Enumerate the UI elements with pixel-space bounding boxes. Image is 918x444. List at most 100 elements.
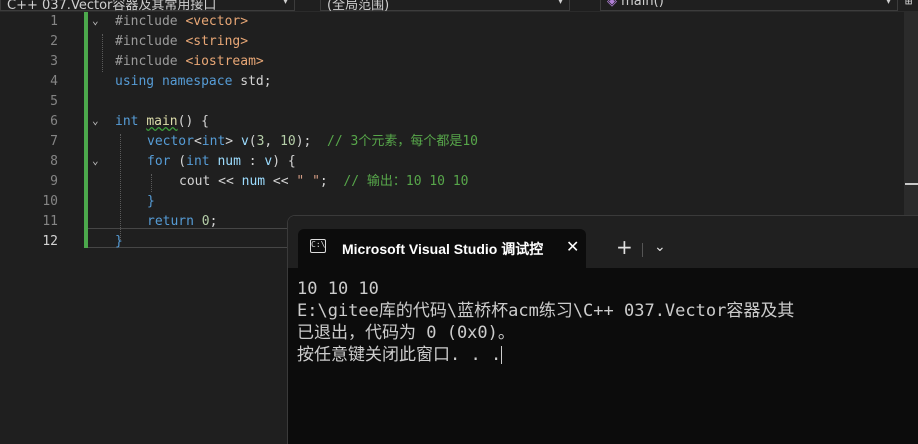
variable: num (217, 154, 241, 169)
type-keyword: int (115, 114, 139, 129)
code-line: cout << num << " "; // 输出：10 10 10 (179, 172, 468, 192)
include-path: <iostream> (185, 54, 264, 69)
code-text: << (210, 174, 242, 189)
line-number: 5 (50, 94, 58, 109)
terminal-tab-bar: C:\ Microsoft Visual Studio 调试控 ✕ + ⌄ (288, 216, 918, 268)
line-number: 2 (50, 34, 58, 49)
include-path: <vector> (185, 14, 249, 29)
cube-icon: ◈ (607, 0, 617, 9)
line-number: 3 (50, 54, 58, 69)
code-text: << (265, 174, 297, 189)
type-name: vector (147, 134, 194, 149)
console-prompt-text: 按任意键关闭此窗口. . . (297, 345, 502, 365)
code-text: > (225, 134, 241, 149)
line-number-gutter: 1 2 3 4 5 6 7 8 9 10 11 12 (0, 12, 88, 443)
code-text: ; (209, 214, 218, 229)
keyword: return (147, 214, 194, 229)
console-output-line: 10 10 10 (297, 279, 379, 299)
line-number: 6 (50, 114, 58, 129)
code-text: , (264, 134, 281, 149)
line-number: 9 (50, 174, 58, 189)
code-line: using namespace std; (115, 72, 272, 92)
split-view-button[interactable]: ⊞ (905, 0, 912, 8)
chevron-down-icon: ▾ (885, 0, 891, 7)
terminal-tab[interactable]: C:\ Microsoft Visual Studio 调试控 ✕ (298, 229, 586, 268)
brace: } (147, 194, 155, 209)
number-literal: 0 (201, 214, 210, 229)
code-line: vector<int> v(3, 10); // 3个元素，每个都是10 (147, 132, 478, 152)
new-tab-button[interactable]: + (616, 235, 633, 259)
code-line: for (int num : v) { (147, 152, 296, 172)
preprocessor-token: #include (115, 14, 186, 29)
vertical-scrollbar[interactable] (904, 12, 918, 217)
chevron-down-icon: ▾ (282, 0, 288, 7)
identifier: cout (179, 174, 211, 189)
text-cursor (501, 346, 503, 364)
scope-dropdown[interactable]: (全局范围) ▾ (320, 0, 570, 11)
code-line: int main() { (115, 112, 209, 132)
fold-chevron-icon[interactable]: ⌄ (92, 154, 99, 167)
line-number: 11 (42, 214, 58, 229)
project-dropdown-label: C++ 037.Vector容器及其常用接口 (7, 0, 217, 12)
variable: v (240, 134, 249, 149)
indent-guide (102, 34, 103, 72)
scope-dropdown-label: (全局范围) (327, 0, 390, 12)
console-icon: C:\ (310, 239, 326, 253)
editor-navigation-bar: C++ 037.Vector容器及其常用接口 ▾ (全局范围) ▾ ◈ main… (0, 0, 918, 12)
terminal-tab-title: Microsoft Visual Studio 调试控 (342, 241, 544, 257)
code-text: std; (232, 74, 272, 89)
line-number: 10 (42, 194, 58, 209)
code-text: ( (248, 134, 257, 149)
console-prompt-line: 按任意键关闭此窗口. . . (297, 344, 503, 366)
function-name: main (146, 114, 178, 129)
code-text: ) { (272, 154, 296, 169)
code-text: () { (177, 114, 209, 129)
debug-console-window: C:\ Microsoft Visual Studio 调试控 ✕ + ⌄ 10… (287, 215, 918, 444)
divider (642, 243, 643, 257)
preprocessor-token: #include (115, 34, 186, 49)
console-output-line: 已退出，代码为 0 (0x0)。 (297, 323, 515, 343)
code-text: ); (295, 134, 328, 149)
keyword: for (147, 154, 171, 169)
code-text: ( (170, 154, 187, 169)
project-dropdown[interactable]: C++ 037.Vector容器及其常用接口 ▾ (0, 0, 295, 11)
brace: } (115, 234, 123, 249)
code-line: #include <string> (115, 32, 248, 52)
include-path: <string> (185, 34, 249, 49)
line-number-current: 12 (42, 234, 58, 249)
member-dropdown-label: main() (621, 0, 664, 9)
fold-chevron-icon[interactable]: ⌄ (92, 114, 99, 127)
type-keyword: int (201, 134, 226, 149)
preprocessor-token: #include (115, 54, 186, 69)
variable: num (241, 174, 266, 189)
close-icon[interactable]: ✕ (566, 237, 579, 256)
chevron-down-icon: ▾ (557, 0, 563, 7)
indent-guide (151, 174, 152, 192)
code-line: return 0; (147, 212, 217, 232)
chevron-down-icon[interactable]: ⌄ (654, 239, 666, 255)
member-dropdown[interactable]: ◈ main() ▾ (600, 0, 898, 11)
fold-chevron-icon[interactable]: ⌄ (92, 14, 99, 27)
scrollbar-position-marker (905, 183, 918, 185)
keyword: namespace (161, 74, 233, 89)
type-keyword: int (186, 154, 210, 169)
change-tracking-bar (84, 12, 88, 248)
console-output-line: E:\gitee库的代码\蓝桥杯acm练习\C++ 037.Vector容器及其 (297, 301, 795, 321)
keyword: using (115, 74, 155, 89)
line-number: 4 (50, 74, 58, 89)
code-text: ; (319, 174, 344, 189)
indent-guide (120, 134, 121, 240)
code-line: #include <iostream> (115, 52, 264, 72)
code-line: } (115, 232, 123, 252)
line-number: 1 (50, 14, 58, 29)
code-line: #include <vector> (115, 12, 248, 32)
number-literal: 10 (280, 134, 296, 149)
code-text: < (193, 134, 202, 149)
code-line: } (147, 192, 155, 212)
line-number: 7 (50, 134, 58, 149)
code-text: : (240, 154, 265, 169)
comment: // 3个元素，每个都是10 (327, 134, 479, 149)
comment: // 输出：10 10 10 (343, 174, 469, 189)
string-literal: " " (296, 174, 320, 189)
